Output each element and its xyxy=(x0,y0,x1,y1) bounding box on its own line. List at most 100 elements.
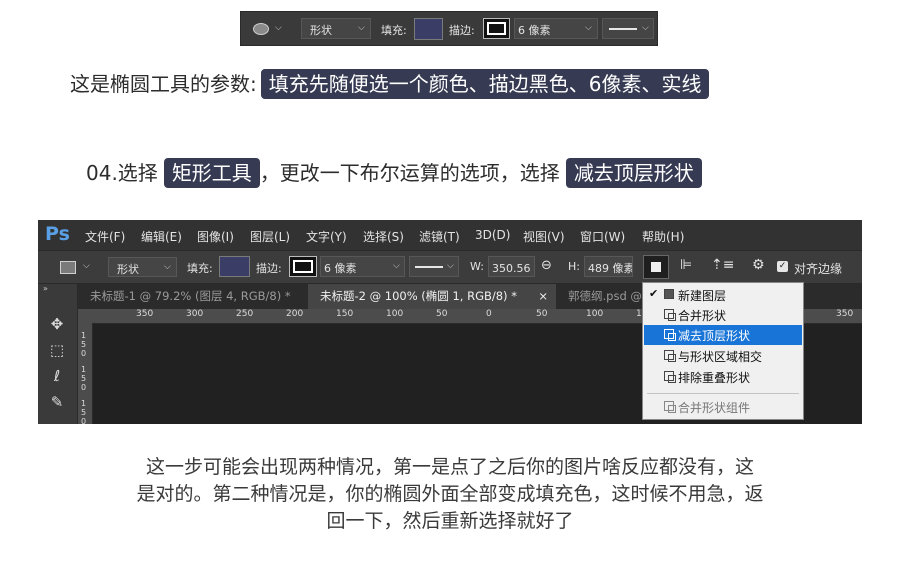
paragraph-line: 是对的。第二种情况是，你的椭圆外面全部变成填充色，这时候不用急，返 xyxy=(136,483,764,505)
tab-untitled-2[interactable]: 未标题-2 @ 100% (椭圆 1, RGB/8) * × xyxy=(308,284,556,309)
lasso-tool-icon[interactable]: ℓ xyxy=(46,366,68,386)
chevron-down-icon[interactable]: ⌵ xyxy=(83,261,90,271)
ps-logo: Ps xyxy=(45,223,70,245)
ruler-tick: 50 xyxy=(536,309,548,319)
rectangle-tool-icon[interactable] xyxy=(60,261,76,274)
ruler-tick: 200 xyxy=(286,309,304,319)
width-label: W: xyxy=(470,260,484,273)
align-edges-checkbox[interactable]: ✓ xyxy=(777,261,788,272)
gear-icon[interactable]: ⚙ xyxy=(752,257,765,273)
path-operations-button[interactable] xyxy=(643,255,669,279)
menu-filter[interactable]: 滤镜(T) xyxy=(419,228,460,245)
ellipse-options-bar: ⌵ 形状 ⌵ 填充: 描边: 6 像素 ⌵ ⌵ xyxy=(240,11,658,46)
menu-item-label: 合并形状组件 xyxy=(678,401,751,415)
move-tool-icon[interactable]: ✥ xyxy=(46,314,68,334)
stroke-size-field[interactable]: 6 像素 ⌵ xyxy=(320,256,405,277)
path-alignment-icon[interactable]: ⊫ xyxy=(680,257,692,273)
menu-item-intersect-shape-areas[interactable]: 与形状区域相交 xyxy=(644,346,802,366)
vertical-ruler: 1 5 0 1 5 0 1 5 0 xyxy=(78,323,93,424)
width-value: 350.56 像 xyxy=(492,262,534,275)
close-icon[interactable]: × xyxy=(538,284,548,309)
menu-type[interactable]: 文字(Y) xyxy=(306,228,347,245)
tab-label: 未标题-2 @ 100% (椭圆 1, RGB/8) * xyxy=(320,289,517,303)
stroke-label: 描边: xyxy=(449,24,475,37)
caption-ellipse-params: 这是椭圆工具的参数: 填充先随便选一个颜色、描边黑色、6像素、实线 xyxy=(70,68,710,99)
ruler-tick: 0 xyxy=(486,309,492,319)
menu-view[interactable]: 视图(V) xyxy=(523,228,565,245)
combine-shapes-icon-overlay xyxy=(668,313,676,321)
expand-panel-icon[interactable]: » xyxy=(43,284,48,293)
marquee-tool-icon[interactable]: ⬚ xyxy=(46,340,68,360)
ruler-tick: 0 xyxy=(81,349,87,358)
ruler-tick: 0 xyxy=(81,417,87,424)
quick-selection-tool-icon[interactable]: ✎ xyxy=(46,392,68,412)
ruler-tick: 0 xyxy=(81,383,87,392)
solid-line-icon xyxy=(609,28,637,30)
stroke-color-swatch[interactable] xyxy=(289,256,317,277)
menu-window[interactable]: 窗口(W) xyxy=(580,228,625,245)
chevron-down-icon: ⌵ xyxy=(358,23,365,33)
menu-item-new-layer[interactable]: ✔ 新建图层 xyxy=(644,285,802,305)
menu-item-exclude-overlapping[interactable]: 排除重叠形状 xyxy=(644,367,802,387)
ruler-tick: 1 xyxy=(81,399,87,408)
fill-label: 填充: xyxy=(381,24,407,37)
menu-item-label: 减去顶层形状 xyxy=(678,329,751,343)
square-icon xyxy=(651,262,661,272)
shape-mode-value: 形状 xyxy=(310,24,332,37)
ellipse-tool-icon[interactable] xyxy=(253,23,269,35)
fill-color-swatch[interactable] xyxy=(414,18,443,40)
chevron-down-icon: ⌵ xyxy=(585,23,592,33)
width-field[interactable]: 350.56 像 xyxy=(488,256,535,277)
explanation-paragraph: 这一步可能会出现两种情况，第一是点了之后你的图片啥反应都没有，这 是对的。第二种… xyxy=(40,454,860,535)
menu-item-label: 与形状区域相交 xyxy=(678,350,763,364)
caption-step-04: 04.选择 矩形工具 ，更改一下布尔运算的选项，选择 减去顶层形状 xyxy=(86,157,702,188)
ruler-tick: 1 xyxy=(81,331,87,340)
caption-highlight: 填充先随便选一个颜色、描边黑色、6像素、实线 xyxy=(260,69,710,99)
ruler-tick: 5 xyxy=(81,374,87,383)
stroke-type-select[interactable]: ⌵ xyxy=(602,18,654,39)
height-label: H: xyxy=(568,260,580,273)
menu-bar: Ps 文件(F) 编辑(E) 图像(I) 图层(L) 文字(Y) 选择(S) 滤… xyxy=(38,220,862,250)
ruler-tick: 5 xyxy=(81,408,87,417)
tools-panel: » ✥ ⬚ ℓ ✎ xyxy=(38,284,78,424)
path-arrangement-icon[interactable]: ⇡≡ xyxy=(711,257,734,273)
menu-select[interactable]: 选择(S) xyxy=(363,228,404,245)
fill-label: 填充: xyxy=(187,262,213,275)
menu-item-merge-shape-components[interactable]: 合并形状组件 xyxy=(644,397,802,417)
caption-highlight-subtract: 减去顶层形状 xyxy=(565,158,702,188)
menu-item-label: 新建图层 xyxy=(678,289,727,303)
menu-item-label: 合并形状 xyxy=(678,309,727,323)
chevron-down-icon: ⌵ xyxy=(164,262,171,272)
ruler-tick: 300 xyxy=(186,309,204,319)
subtract-front-shape-icon-overlay xyxy=(668,333,676,341)
fill-color-swatch[interactable] xyxy=(219,256,250,277)
menu-image[interactable]: 图像(I) xyxy=(197,228,234,245)
shape-mode-select[interactable]: 形状 ⌵ xyxy=(301,18,371,39)
shape-mode-value: 形状 xyxy=(117,263,139,276)
chevron-down-icon: ⌵ xyxy=(447,261,454,271)
menu-file[interactable]: 文件(F) xyxy=(85,228,125,245)
stroke-size-value: 6 像素 xyxy=(324,262,357,275)
menu-help[interactable]: 帮助(H) xyxy=(642,228,684,245)
merge-components-icon-overlay xyxy=(668,405,676,413)
menu-item-subtract-front-shape[interactable]: 减去顶层形状 xyxy=(644,325,802,345)
stroke-size-field[interactable]: 6 像素 ⌵ xyxy=(514,18,598,39)
ruler-tick: 5 xyxy=(81,340,87,349)
height-field[interactable]: 489 像素 xyxy=(584,256,633,277)
tab-untitled-1[interactable]: 未标题-1 @ 79.2% (图层 4, RGB/8) * xyxy=(78,284,308,309)
shape-mode-select[interactable]: 形状 ⌵ xyxy=(108,257,177,277)
chevron-down-icon: ⌵ xyxy=(642,23,649,33)
link-icon[interactable]: ⊖ xyxy=(541,258,552,273)
new-layer-icon xyxy=(664,289,674,299)
menu-layer[interactable]: 图层(L) xyxy=(250,228,290,245)
stroke-type-select[interactable]: ⌵ xyxy=(409,256,459,277)
align-edges-label: 对齐边缘 xyxy=(794,262,843,276)
chevron-down-icon[interactable]: ⌵ xyxy=(275,23,282,33)
intersect-shapes-icon-overlay xyxy=(668,354,676,362)
paragraph-line: 这一步可能会出现两种情况，第一是点了之后你的图片啥反应都没有，这 xyxy=(145,456,754,478)
photoshop-window: Ps 文件(F) 编辑(E) 图像(I) 图层(L) 文字(Y) 选择(S) 滤… xyxy=(38,220,862,424)
stroke-color-swatch[interactable] xyxy=(483,18,510,39)
menu-3d[interactable]: 3D(D) xyxy=(475,228,510,242)
menu-edit[interactable]: 编辑(E) xyxy=(141,228,182,245)
menu-item-combine-shapes[interactable]: 合并形状 xyxy=(644,305,802,325)
